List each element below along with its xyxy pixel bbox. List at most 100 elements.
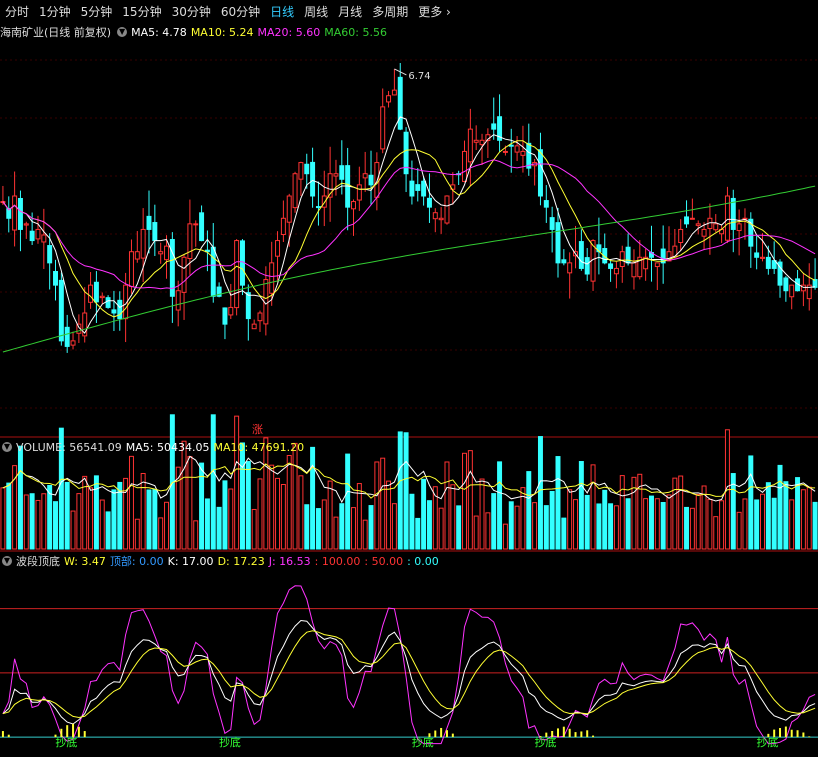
candle-body [368, 174, 374, 186]
volume-bar [473, 515, 479, 550]
volume-bar [719, 500, 725, 550]
indicator-j-label: J: 16.53 [268, 554, 311, 568]
volume-bar [99, 499, 105, 550]
volume-bar [181, 440, 187, 550]
candle-body [467, 128, 473, 163]
candle-body [257, 312, 263, 322]
candle-body [187, 223, 193, 260]
volume-ma10-label: MA10: 47691.20 [213, 440, 305, 454]
volume-bar [526, 471, 532, 550]
candle-body [292, 173, 298, 209]
bottom-signal-label: 抄底 [756, 735, 778, 749]
volume-bar [158, 517, 164, 550]
volume-bar [193, 520, 199, 550]
candle-body [537, 149, 543, 197]
volume-bar [485, 512, 491, 550]
volume-bar [164, 501, 170, 550]
volume-bar [619, 475, 625, 550]
candle-body [128, 251, 134, 288]
candle-body [275, 240, 281, 257]
volume-bar [608, 503, 614, 550]
volume-bar [88, 487, 94, 550]
volume-bar [549, 490, 555, 550]
candle-body [134, 251, 140, 260]
volume-bar [684, 506, 690, 550]
volume-bar [800, 489, 806, 550]
candle-body [754, 252, 760, 258]
volume-bar [771, 497, 777, 550]
candle-body [362, 173, 368, 179]
candle-body [479, 139, 485, 146]
volume-bar [140, 472, 146, 550]
volume-bar [391, 503, 397, 550]
indicator-settings-icon[interactable]: ▼ [2, 556, 12, 566]
volume-bar [748, 455, 754, 550]
volume-bar [514, 505, 520, 550]
candle-body [613, 267, 619, 275]
volume-bar [146, 489, 152, 550]
candle-body [234, 240, 240, 309]
volume-bar [286, 455, 292, 550]
indicator-name: 波段顶底 [16, 555, 60, 568]
candle-body [304, 163, 310, 175]
volume-bar [754, 499, 760, 550]
candle-body [146, 215, 152, 230]
volume-bar [351, 507, 356, 550]
volume-bar [643, 498, 649, 550]
indicator-top-label: 顶部: 0.00 [109, 555, 164, 568]
candle-body [58, 279, 64, 342]
candle-body [502, 150, 508, 153]
candle-body [280, 217, 286, 236]
volume-bar [152, 489, 158, 550]
candle-body [175, 290, 181, 311]
candle-body [193, 223, 199, 226]
volume-bar [502, 523, 508, 550]
candle-body [438, 217, 444, 221]
indicator-0-label: : 0.00 [407, 554, 439, 568]
candle-body [397, 76, 403, 130]
volume-bar [789, 499, 795, 550]
volume-bar [53, 501, 58, 550]
ma5-label: MA5: 4.78 [131, 25, 187, 39]
volume-bar [35, 499, 41, 550]
candle-body [608, 263, 614, 269]
volume-settings-icon[interactable]: ▼ [2, 442, 12, 452]
volume-bar [596, 503, 602, 550]
volume-bar [17, 445, 23, 550]
candle-body [426, 197, 432, 208]
volume-bar [444, 461, 450, 550]
volume-bar [602, 489, 608, 550]
volume-bar [625, 498, 631, 550]
candle-body [88, 284, 94, 303]
candle-body [29, 230, 35, 242]
candle-body [93, 281, 99, 303]
candle-body [730, 197, 736, 230]
candle-body [310, 161, 316, 197]
volume-bar [421, 478, 427, 550]
candle-body [520, 150, 526, 156]
candle-body [245, 292, 251, 320]
volume-bar [532, 502, 538, 550]
volume-bar [648, 495, 654, 550]
volume-bar [228, 488, 234, 550]
volume-bar [386, 480, 392, 550]
candle-body [111, 309, 117, 314]
candle-body [765, 256, 771, 269]
volume-bar [812, 501, 818, 550]
candle-body [549, 217, 555, 230]
bottom-signal-label: 抄底 [219, 735, 241, 749]
ma60-line [2, 185, 816, 353]
volume-bar [678, 475, 684, 550]
candle-body [689, 217, 695, 220]
volume-bar [415, 517, 421, 550]
candle-body [391, 89, 397, 96]
volume-bar [280, 483, 286, 550]
candle-body [578, 241, 584, 269]
volume-bar [584, 494, 590, 550]
volume-bar [269, 464, 275, 550]
settings-circle-icon[interactable]: ▼ [117, 27, 128, 37]
candle-body [462, 150, 467, 182]
main-legend: 海南矿业(日线 前复权) ▼ MA5: 4.78 MA10: 5.24 MA20… [0, 24, 391, 40]
volume-bar [637, 473, 643, 550]
candle-body [760, 256, 765, 259]
